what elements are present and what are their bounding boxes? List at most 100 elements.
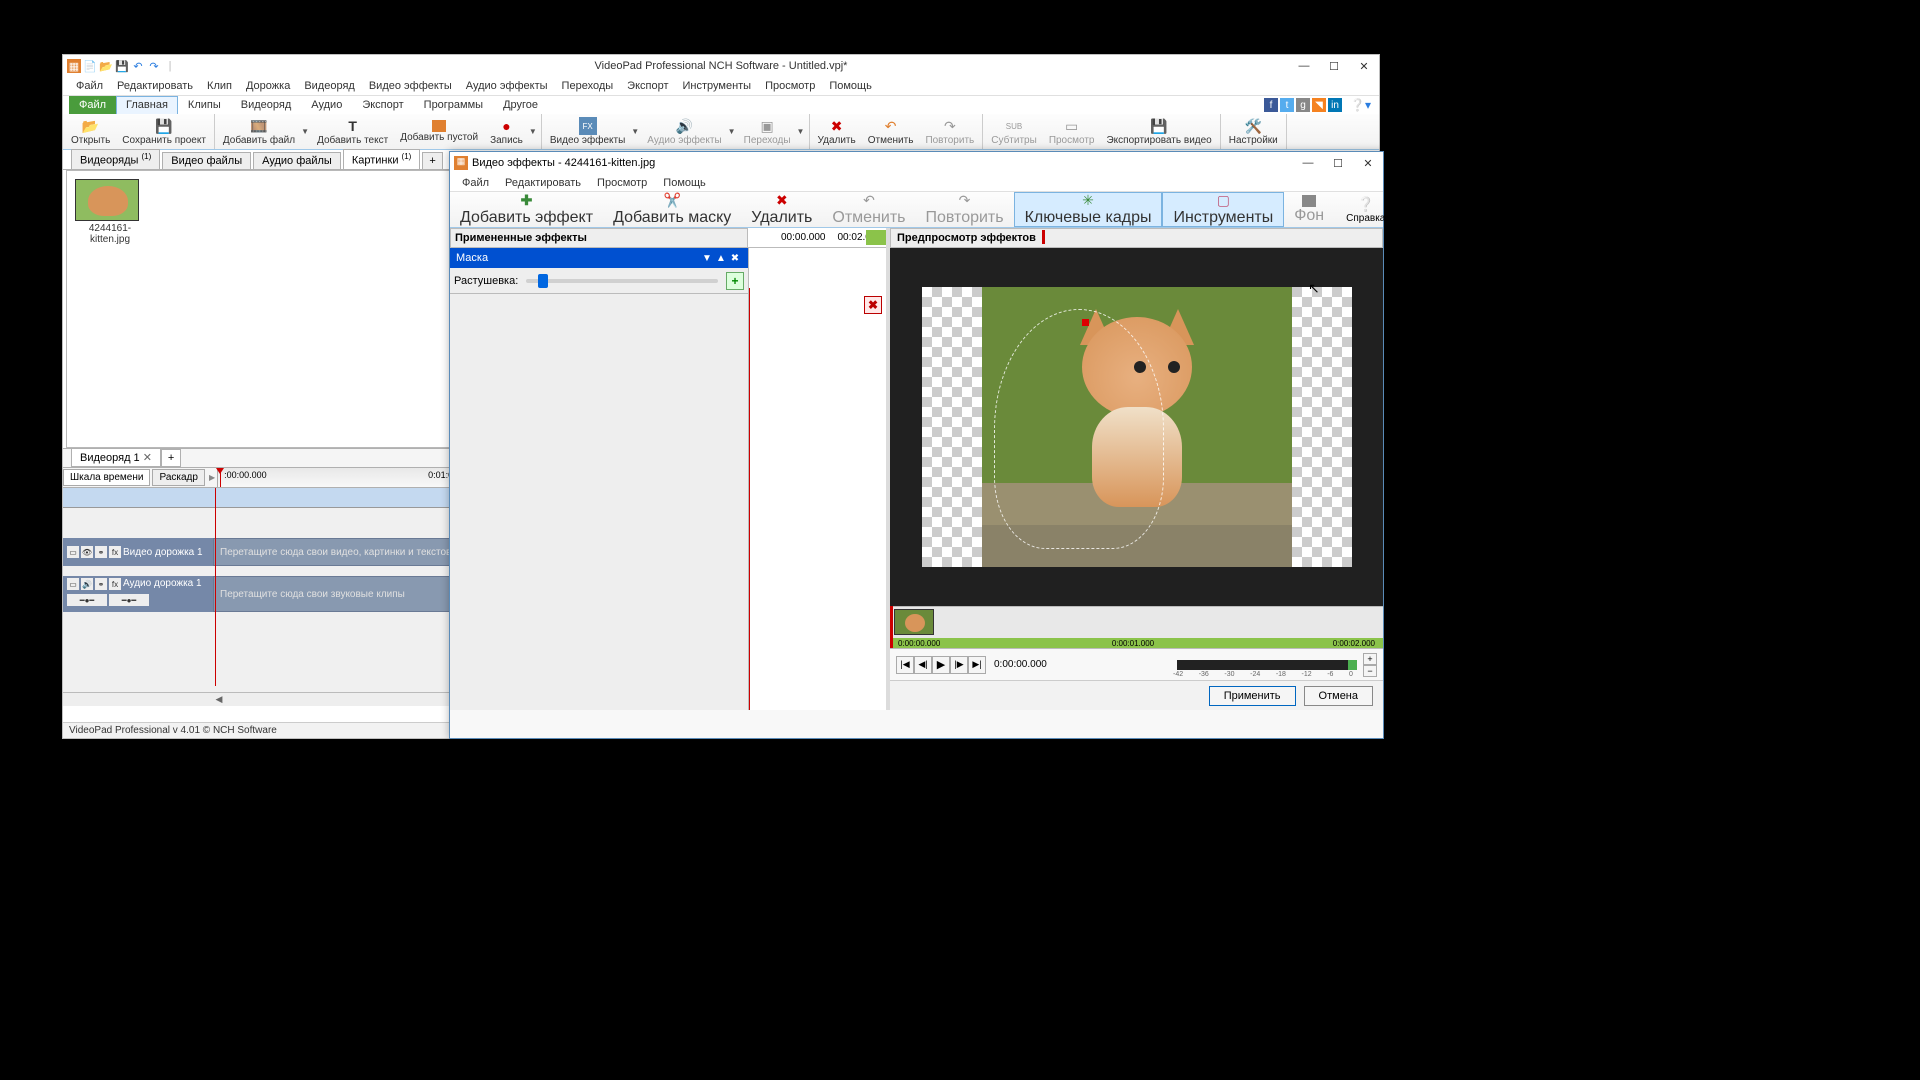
go-start-button[interactable]: |◀ [896, 656, 914, 674]
undo-button[interactable]: ↶Отменить [862, 114, 920, 149]
linkedin-icon[interactable]: in [1328, 98, 1342, 112]
chevron-right-icon[interactable]: ▶ [207, 473, 217, 482]
menu-help[interactable]: Помощь [822, 80, 879, 92]
go-end-button[interactable]: ▶| [968, 656, 986, 674]
delete-keyframe-button[interactable]: ✖ [864, 296, 882, 314]
twitter-icon[interactable]: t [1280, 98, 1294, 112]
apply-button[interactable]: Применить [1209, 686, 1296, 706]
video-fx-button[interactable]: FXВидео эффекты [544, 114, 631, 149]
play-button[interactable]: ▶ [932, 656, 950, 674]
add-mask-button[interactable]: ✂️Добавить маску [603, 192, 741, 227]
close-icon[interactable]: ✕ [143, 452, 152, 464]
sequence-tab-1[interactable]: Видеоряд 1✕ [71, 448, 161, 467]
save-project-button[interactable]: 💾Сохранить проект [116, 114, 212, 149]
menu-transitions[interactable]: Переходы [555, 80, 621, 92]
menu-videofx[interactable]: Видео эффекты [362, 80, 459, 92]
menu-edit[interactable]: Редактировать [110, 80, 200, 92]
mini-playhead-icon[interactable] [890, 606, 893, 648]
bin-thumb[interactable]: 4244161-kitten.jpg [75, 179, 145, 245]
export-video-button[interactable]: 💾Экспортировать видео [1100, 114, 1217, 149]
minimize-button[interactable]: — [1289, 55, 1319, 77]
open-button[interactable]: 📂Открыть [65, 114, 116, 149]
menu-file[interactable]: Файл [69, 80, 110, 92]
step-back-button[interactable]: ◀| [914, 656, 932, 674]
effect-row-mask[interactable]: Маска ▼ ▲ ✖ [450, 248, 748, 268]
cancel-button[interactable]: Отмена [1304, 686, 1373, 706]
open-icon[interactable]: 📂 [99, 59, 113, 73]
rtab-programs[interactable]: Программы [414, 96, 493, 114]
fx-icon[interactable]: fx [109, 546, 121, 558]
keyframes-toggle[interactable]: ✳Ключевые кадры [1014, 192, 1163, 227]
rtab-other[interactable]: Другое [493, 96, 548, 114]
delete-button[interactable]: ✖Удалить [812, 114, 862, 149]
slider-thumb-icon[interactable] [538, 274, 548, 288]
zoom-in-button[interactable]: + [1363, 653, 1377, 665]
vol-slider-icon[interactable]: ━●━ [67, 594, 107, 606]
keyframe-column[interactable]: ✖ [748, 248, 886, 710]
add-keyframe-button[interactable]: + [726, 272, 744, 290]
fx-menu-view[interactable]: Просмотр [589, 177, 655, 189]
kf-column-playhead[interactable] [749, 288, 750, 710]
help-dropdown-icon[interactable]: ❔▾ [1350, 98, 1371, 112]
preview-mini-timeline[interactable]: 0:00:00.000 0:00:01.000 0:00:02.000 [890, 606, 1383, 648]
record-dropdown[interactable]: ▼ [529, 114, 539, 149]
remove-effect-icon[interactable]: ✖ [728, 253, 742, 264]
pan-slider-icon[interactable]: ━●━ [109, 594, 149, 606]
bin-tab-sequences[interactable]: Видеоряды (1) [71, 149, 160, 169]
bin-tab-images[interactable]: Картинки (1) [343, 149, 420, 169]
menu-export[interactable]: Экспорт [620, 80, 675, 92]
link-icon[interactable]: ⚭ [95, 546, 107, 558]
add-blank-button[interactable]: Добавить пустой [394, 114, 484, 149]
settings-button[interactable]: 🛠️Настройки [1223, 114, 1284, 149]
fx-maximize-button[interactable]: ☐ [1323, 152, 1353, 174]
video-track-header[interactable]: ▭ 👁 ⚭ fx Видео дорожка 1 [63, 538, 213, 566]
video-fx-dropdown[interactable]: ▼ [631, 114, 641, 149]
sequence-tab-add[interactable]: + [161, 449, 181, 467]
playhead-icon[interactable] [220, 468, 221, 487]
menu-view[interactable]: Просмотр [758, 80, 822, 92]
tools-toggle[interactable]: ▢Инструменты [1162, 192, 1284, 227]
link-icon[interactable]: ⚭ [95, 578, 107, 590]
fx-help-button[interactable]: ❔Справка [1334, 192, 1397, 227]
move-down-icon[interactable]: ▼ [700, 253, 714, 264]
storyboard-mode-button[interactable]: Раскадр [152, 469, 204, 486]
menu-clip[interactable]: Клип [200, 80, 239, 92]
facebook-icon[interactable]: f [1264, 98, 1278, 112]
new-icon[interactable]: 📄 [83, 59, 97, 73]
scroll-left-icon[interactable]: ◀ [213, 694, 225, 706]
rtab-sequence[interactable]: Видеоряд [231, 96, 302, 114]
add-text-button[interactable]: TДобавить текст [311, 114, 394, 149]
rtab-home[interactable]: Главная [116, 96, 178, 114]
rtab-file[interactable]: Файл [69, 96, 116, 114]
add-file-button[interactable]: 🎞️Добавить файл [217, 114, 301, 149]
fx-close-button[interactable]: ✕ [1353, 152, 1383, 174]
add-file-dropdown[interactable]: ▼ [301, 114, 311, 149]
mask-handle-icon[interactable] [1082, 319, 1089, 326]
save-icon[interactable]: 💾 [115, 59, 129, 73]
monitor-icon[interactable]: ▭ [67, 578, 79, 590]
redo-icon[interactable]: ↷ [147, 59, 161, 73]
menu-tools[interactable]: Инструменты [676, 80, 759, 92]
menu-sequence[interactable]: Видеоряд [297, 80, 362, 92]
audio-track-header[interactable]: ▭ 🔊 ⚭ fx Аудио дорожка 1 ━●━ ━●━ [63, 576, 213, 612]
undo-icon[interactable]: ↶ [131, 59, 145, 73]
maximize-button[interactable]: ☐ [1319, 55, 1349, 77]
menu-audiofx[interactable]: Аудио эффекты [459, 80, 555, 92]
fx-menu-edit[interactable]: Редактировать [497, 177, 589, 189]
preview-area[interactable] [890, 248, 1383, 606]
move-up-icon[interactable]: ▲ [714, 253, 728, 264]
monitor-icon[interactable]: ▭ [67, 546, 79, 558]
bin-tab-audio[interactable]: Аудио файлы [253, 152, 341, 169]
keyframe-ruler[interactable]: 00:00.000 00:02.000 [748, 228, 886, 248]
google-icon[interactable]: g [1296, 98, 1310, 112]
record-button[interactable]: ●Запись [484, 114, 529, 149]
menu-track[interactable]: Дорожка [239, 80, 297, 92]
speaker-icon[interactable]: 🔊 [81, 578, 93, 590]
close-button[interactable]: ✕ [1349, 55, 1379, 77]
track-playhead[interactable] [215, 488, 216, 686]
rtab-audio[interactable]: Аудио [301, 96, 352, 114]
bin-tab-add[interactable]: + [422, 152, 442, 169]
rtab-export[interactable]: Экспорт [352, 96, 413, 114]
transitions-dropdown[interactable]: ▼ [797, 114, 807, 149]
timeline-mode-button[interactable]: Шкала времени [63, 469, 150, 486]
